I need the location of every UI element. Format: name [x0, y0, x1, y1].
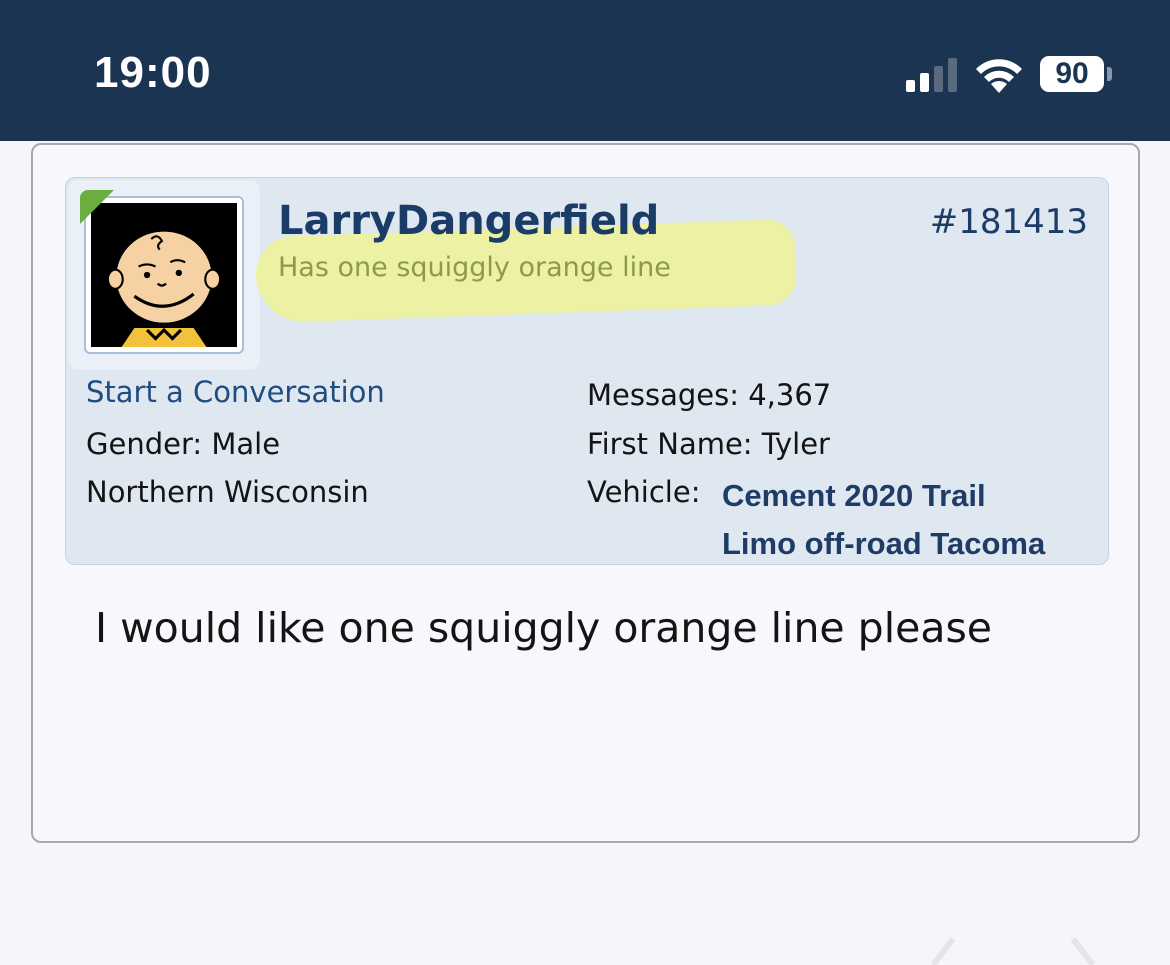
avatar[interactable]: [84, 196, 244, 354]
post-number-link[interactable]: #181413: [930, 202, 1088, 242]
signal-icon: [906, 58, 957, 92]
first-name-label: First Name:: [587, 427, 753, 461]
gender-row: Gender: Male: [86, 427, 280, 461]
username-link[interactable]: LarryDangerfield: [278, 198, 659, 244]
first-name-row: First Name: Tyler: [587, 427, 830, 461]
first-name-value: Tyler: [761, 427, 830, 461]
vehicle-line-2: Limo off-road Tacoma: [722, 526, 1046, 561]
faint-arrows-icon: [930, 937, 1096, 965]
gender-label: Gender:: [86, 427, 203, 461]
location: Northern Wisconsin: [86, 475, 369, 509]
vehicle-label: Vehicle:: [587, 475, 701, 509]
status-bar: 19:00 90: [0, 0, 1170, 141]
user-info-block: LarryDangerfield Has one squiggly orange…: [65, 177, 1109, 565]
avatar-image: [91, 203, 237, 347]
charlie-brown-face-icon: [92, 203, 236, 347]
status-time: 19:00: [94, 48, 212, 97]
post-message: I would like one squiggly orange line pl…: [95, 604, 993, 652]
user-title: Has one squiggly orange line: [278, 252, 671, 283]
avatar-wrapper: [68, 180, 260, 370]
vehicle-link[interactable]: Cement 2020 Trail Limo off-road Tacoma: [722, 472, 1102, 568]
battery-nub: [1107, 67, 1112, 81]
gender-value: Male: [211, 427, 281, 461]
messages-label: Messages:: [587, 378, 739, 412]
start-conversation-link[interactable]: Start a Conversation: [86, 375, 385, 409]
wifi-icon: [976, 59, 1022, 93]
post-card: LarryDangerfield Has one squiggly orange…: [31, 143, 1140, 965]
battery-icon: 90: [1040, 56, 1104, 92]
messages-value: 4,367: [748, 378, 832, 412]
messages-row: Messages: 4,367: [587, 378, 831, 412]
vehicle-line-1: Cement 2020 Trail: [722, 478, 986, 513]
